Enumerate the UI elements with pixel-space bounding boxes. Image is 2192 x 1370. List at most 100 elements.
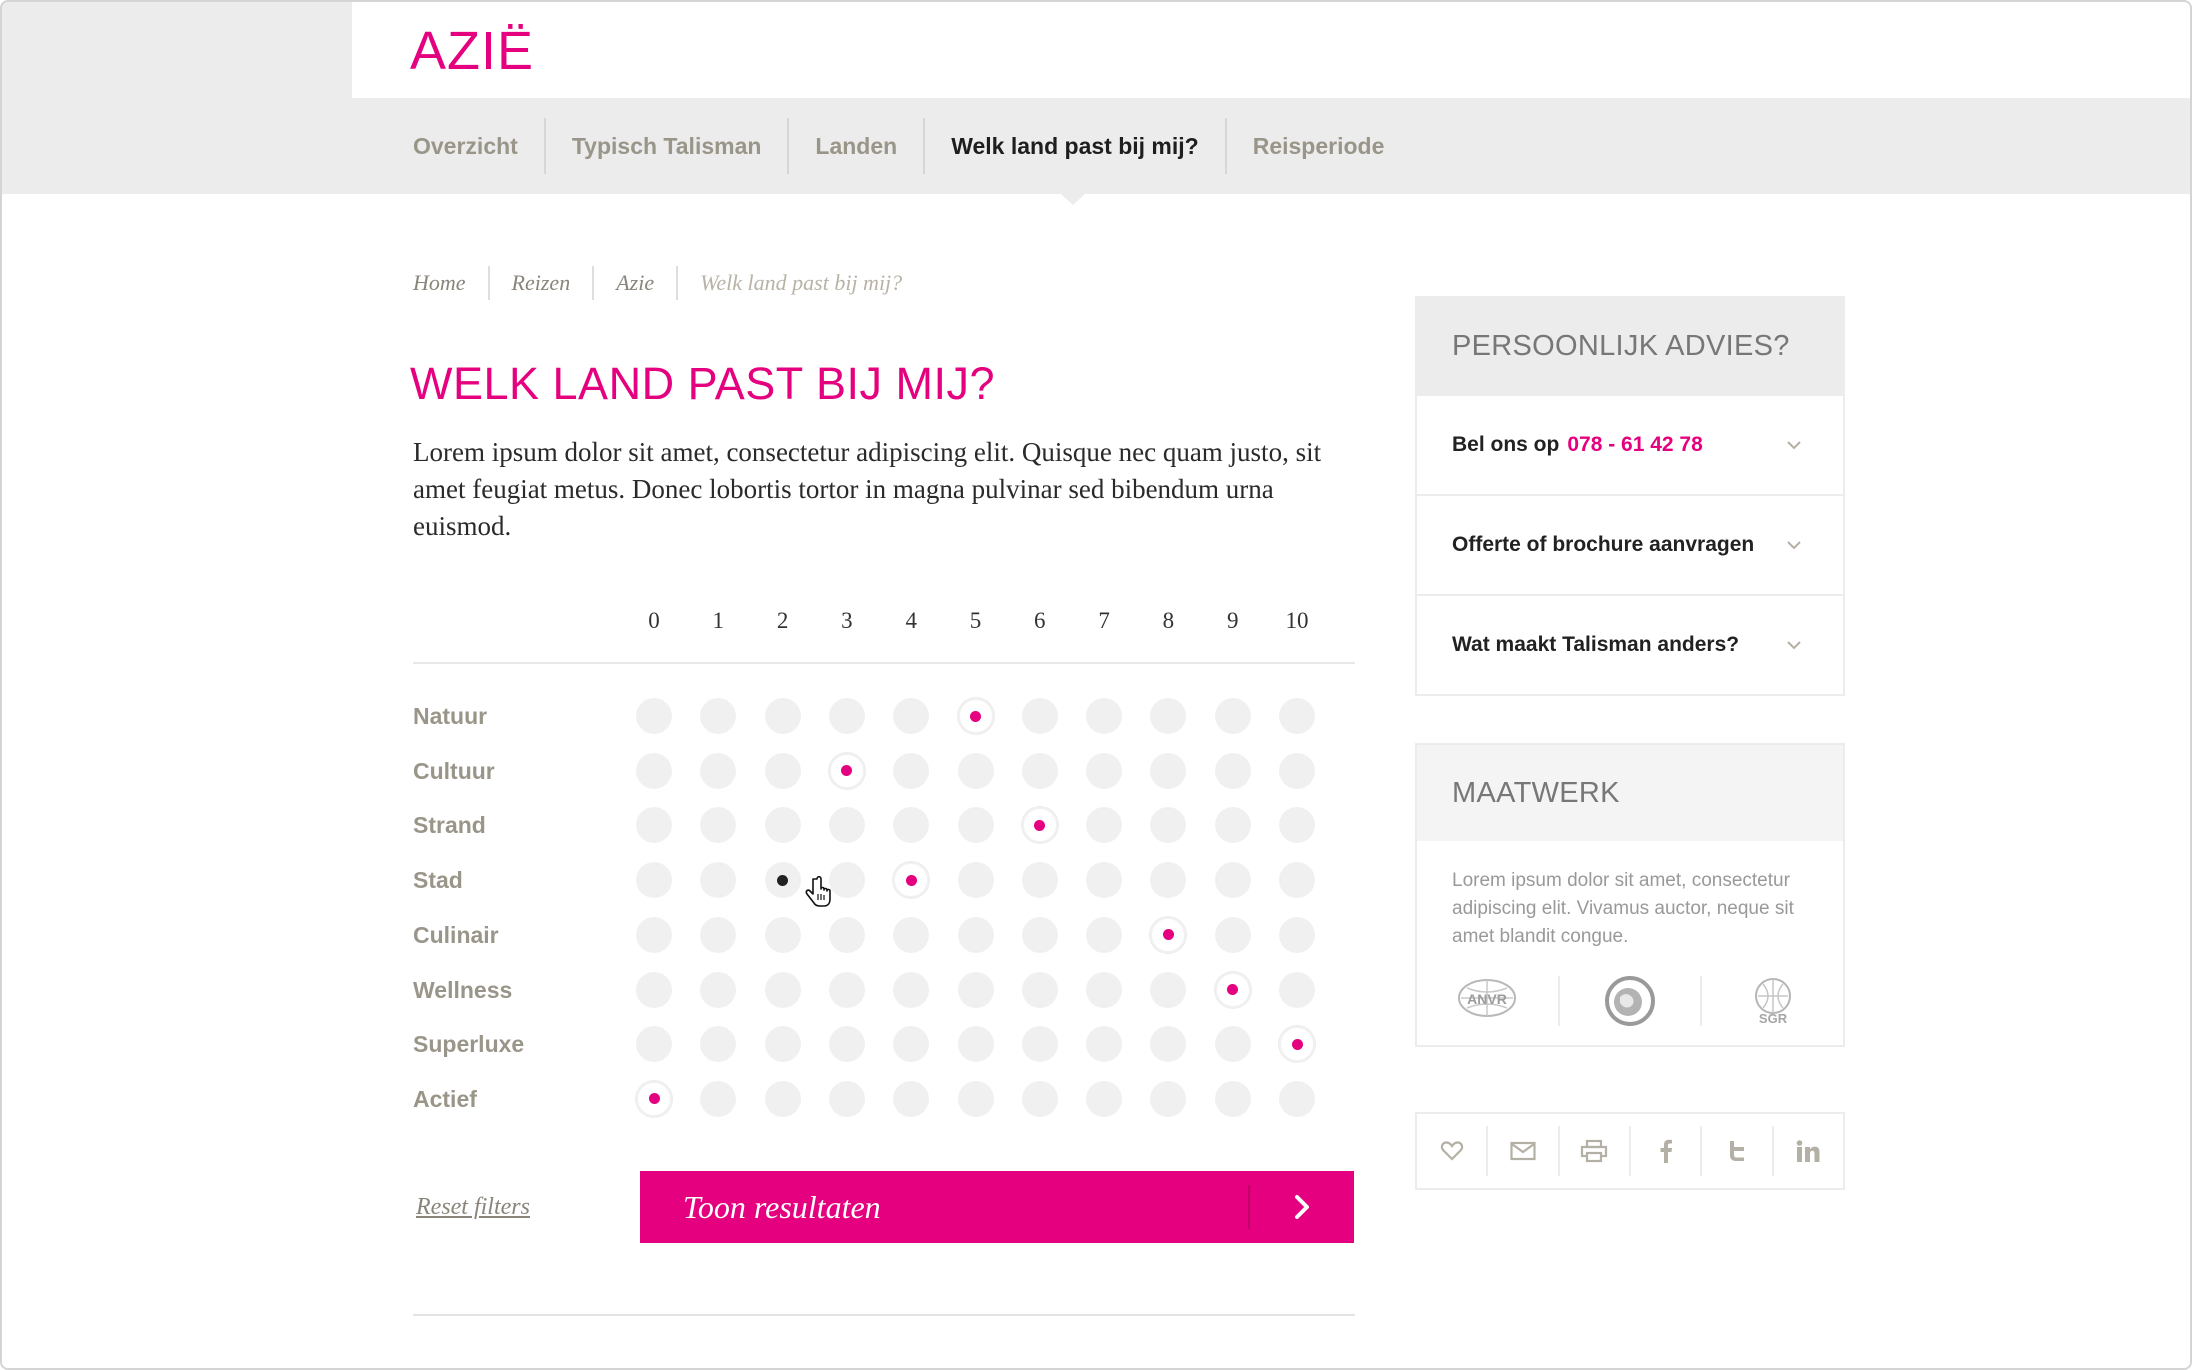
rating-option[interactable] <box>1086 1026 1123 1063</box>
rating-option[interactable] <box>1150 916 1187 953</box>
rating-option[interactable] <box>1279 916 1315 953</box>
rating-option[interactable] <box>700 971 737 1008</box>
rating-option[interactable] <box>1086 752 1123 789</box>
show-results-button[interactable]: Toon resultaten <box>640 1171 1354 1243</box>
rating-option[interactable] <box>1021 752 1058 789</box>
rating-option[interactable] <box>957 752 994 789</box>
rating-option[interactable] <box>1214 752 1251 789</box>
rating-option[interactable] <box>1214 971 1251 1008</box>
rating-option[interactable] <box>1021 698 1058 734</box>
rating-option[interactable] <box>700 752 737 789</box>
rating-option[interactable] <box>828 1080 865 1117</box>
rating-option[interactable] <box>1150 698 1187 734</box>
nav-item-overzicht[interactable]: Overzicht <box>387 118 544 174</box>
rating-option[interactable] <box>1279 862 1315 899</box>
rating-option[interactable] <box>764 971 801 1008</box>
breadcrumb-reizen[interactable]: Reizen <box>487 266 593 300</box>
rating-option[interactable] <box>957 971 994 1008</box>
rating-option[interactable] <box>636 916 672 953</box>
rating-option[interactable] <box>700 1026 737 1063</box>
rating-option[interactable] <box>1279 1080 1315 1117</box>
rating-option[interactable] <box>957 807 994 844</box>
nav-item-welk-land[interactable]: Welk land past bij mij? <box>923 118 1225 174</box>
rating-option[interactable] <box>636 752 672 789</box>
logo[interactable]: AZIË <box>410 20 534 82</box>
mail-icon[interactable] <box>1486 1126 1557 1176</box>
rating-option[interactable] <box>893 1026 930 1063</box>
rating-option[interactable] <box>828 971 865 1008</box>
rating-option[interactable] <box>1021 807 1058 844</box>
rating-option[interactable] <box>1086 971 1123 1008</box>
rating-option[interactable] <box>1279 698 1315 734</box>
rating-option[interactable] <box>700 1080 737 1117</box>
rating-option[interactable] <box>1150 1026 1187 1063</box>
rating-option[interactable] <box>1279 1026 1315 1063</box>
rating-option[interactable] <box>893 807 930 844</box>
rating-option[interactable] <box>957 698 994 734</box>
rating-option[interactable] <box>1214 862 1251 899</box>
rating-option[interactable] <box>636 698 672 734</box>
rating-option[interactable] <box>1086 698 1123 734</box>
rating-option[interactable] <box>1279 971 1315 1008</box>
rating-option[interactable] <box>828 916 865 953</box>
rating-option[interactable] <box>1214 698 1251 734</box>
rating-option[interactable] <box>828 862 865 899</box>
rating-option[interactable] <box>893 916 930 953</box>
rating-option[interactable] <box>1150 807 1187 844</box>
rating-option[interactable] <box>764 752 801 789</box>
rating-option[interactable] <box>1086 916 1123 953</box>
rating-option[interactable] <box>1150 971 1187 1008</box>
rating-option[interactable] <box>1214 916 1251 953</box>
rating-option[interactable] <box>828 1026 865 1063</box>
rating-option[interactable] <box>828 807 865 844</box>
linkedin-icon[interactable] <box>1771 1126 1843 1176</box>
rating-option[interactable] <box>700 862 737 899</box>
rating-option[interactable] <box>636 807 672 844</box>
rating-option[interactable] <box>1150 752 1187 789</box>
rating-option[interactable] <box>893 862 930 899</box>
rating-option[interactable] <box>893 971 930 1008</box>
rating-option[interactable] <box>636 971 672 1008</box>
rating-option[interactable] <box>1279 752 1315 789</box>
rating-option[interactable] <box>828 698 865 734</box>
rating-option[interactable] <box>957 916 994 953</box>
nav-item-typisch-talisman[interactable]: Typisch Talisman <box>543 118 788 174</box>
nav-item-reisperiode[interactable]: Reisperiode <box>1224 118 1411 174</box>
rating-option[interactable] <box>1021 916 1058 953</box>
rating-option[interactable] <box>700 916 737 953</box>
why-talisman-item[interactable]: Wat maakt Talisman anders? <box>1417 594 1843 694</box>
rating-option[interactable] <box>893 752 930 789</box>
call-us-item[interactable]: Bel ons op 078 - 61 42 78 <box>1417 394 1843 494</box>
rating-option[interactable] <box>1021 971 1058 1008</box>
rating-option[interactable] <box>1279 807 1315 844</box>
heart-icon[interactable] <box>1417 1126 1486 1176</box>
rating-option[interactable] <box>636 862 672 899</box>
phone-number[interactable]: 078 - 61 42 78 <box>1567 433 1702 456</box>
rating-option[interactable] <box>636 1080 672 1117</box>
rating-option[interactable] <box>700 698 737 734</box>
rating-option[interactable] <box>1150 862 1187 899</box>
rating-option[interactable] <box>893 698 930 734</box>
reset-filters-link[interactable]: Reset filters <box>416 1194 530 1221</box>
facebook-icon[interactable] <box>1628 1126 1700 1176</box>
breadcrumb-home[interactable]: Home <box>413 266 488 300</box>
rating-option[interactable] <box>828 752 865 789</box>
rating-option[interactable] <box>764 807 801 844</box>
print-icon[interactable] <box>1557 1126 1629 1176</box>
rating-option[interactable] <box>1214 1080 1251 1117</box>
rating-option[interactable] <box>957 1026 994 1063</box>
rating-option[interactable] <box>1021 862 1058 899</box>
brochure-item[interactable]: Offerte of brochure aanvragen <box>1417 494 1843 594</box>
rating-option[interactable] <box>1214 807 1251 844</box>
breadcrumb-azie[interactable]: Azie <box>592 266 676 300</box>
rating-option[interactable] <box>1214 1026 1251 1063</box>
rating-option[interactable] <box>700 807 737 844</box>
rating-option[interactable] <box>636 1026 672 1063</box>
rating-option[interactable] <box>957 862 994 899</box>
rating-option[interactable] <box>764 1026 801 1063</box>
twitter-icon[interactable] <box>1700 1126 1771 1176</box>
rating-option[interactable] <box>1086 1080 1123 1117</box>
rating-option[interactable] <box>1021 1026 1058 1063</box>
nav-item-landen[interactable]: Landen <box>787 118 923 174</box>
rating-option[interactable] <box>764 862 801 899</box>
